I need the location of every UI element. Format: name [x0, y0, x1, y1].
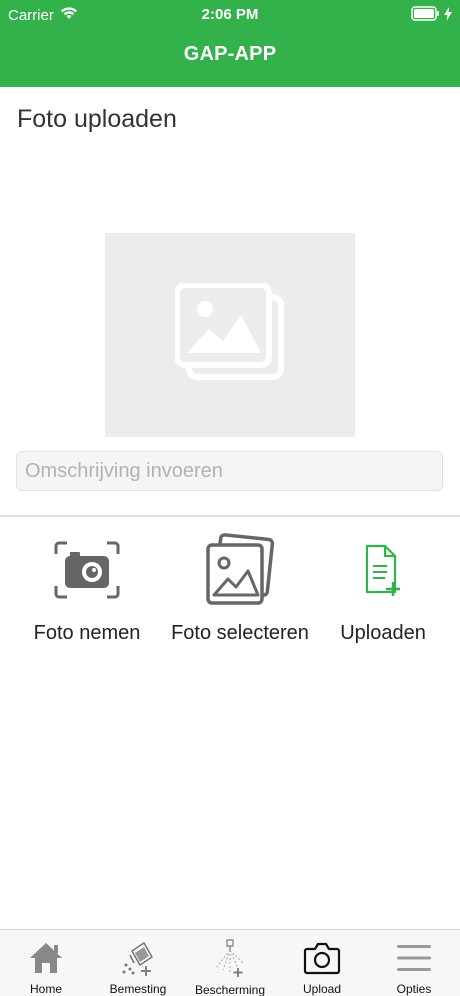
tab-opties[interactable]: Opties — [368, 930, 460, 996]
tab-upload-label: Upload — [302, 982, 342, 996]
camera-icon — [30, 530, 144, 610]
gallery-icon — [170, 530, 310, 610]
tab-bar: Home Bemesting Bescherming Upload Opties — [0, 929, 460, 996]
upload-button[interactable]: Uploaden — [338, 530, 428, 645]
sprayer-icon — [212, 938, 248, 978]
app-screen: Carrier 2:06 PM GAP-APP Foto uploaden Om… — [0, 0, 460, 996]
charging-bolt-icon — [444, 7, 452, 21]
status-bar: Carrier 2:06 PM — [0, 0, 460, 30]
section-divider — [0, 515, 460, 517]
tab-home[interactable]: Home — [0, 930, 92, 996]
take-photo-label: Foto nemen — [33, 622, 141, 644]
tab-bemesting-label: Bemesting — [109, 982, 167, 996]
fertilizer-icon — [120, 938, 156, 977]
photo-preview — [105, 233, 355, 437]
app-title: GAP-APP — [183, 43, 277, 65]
tab-opties-label: Opties — [396, 982, 432, 996]
menu-icon — [396, 938, 432, 977]
camera-icon — [303, 938, 341, 977]
tab-home-label: Home — [29, 982, 62, 996]
tab-bemesting[interactable]: Bemesting — [92, 930, 184, 996]
upload-file-icon — [338, 530, 428, 610]
page-title: Foto uploaden — [17, 105, 177, 133]
tab-bescherming-label: Bescherming — [194, 983, 266, 996]
app-header: Carrier 2:06 PM GAP-APP — [0, 0, 460, 87]
upload-label: Uploaden — [340, 622, 426, 644]
select-photo-button[interactable]: Foto selecteren — [170, 530, 310, 645]
home-icon — [28, 938, 64, 977]
tab-upload[interactable]: Upload — [276, 930, 368, 996]
select-photo-label: Foto selecteren — [171, 622, 309, 644]
take-photo-button[interactable]: Foto nemen — [30, 530, 144, 645]
description-input[interactable] — [16, 451, 443, 491]
tab-bescherming[interactable]: Bescherming — [184, 930, 276, 996]
battery-icon — [411, 6, 452, 22]
status-time: 2:06 PM — [201, 6, 259, 23]
image-placeholder-icon — [174, 281, 285, 388]
